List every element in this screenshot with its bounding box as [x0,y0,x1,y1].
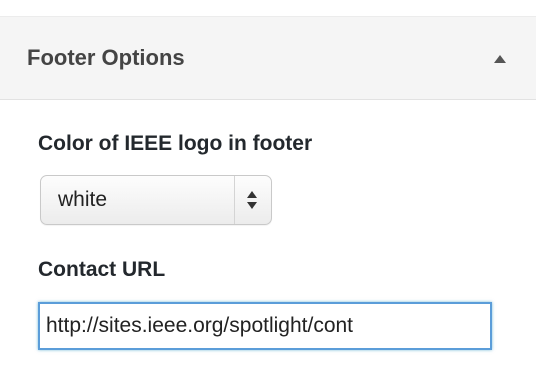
triangle-up-icon[interactable] [486,45,514,73]
contact-url-field-wrapper [38,302,492,350]
up-down-arrows-icon [244,188,260,212]
footer-options-panel: Footer Options Color of IEEE logo in foo… [0,0,536,390]
logo-color-select[interactable]: white [40,175,272,225]
logo-color-label: Color of IEEE logo in footer [38,132,313,155]
contact-url-input[interactable] [40,304,490,348]
panel-title: Footer Options [27,45,185,70]
contact-url-label: Contact URL [38,258,166,281]
select-divider [234,176,235,224]
logo-color-selected-value: white [58,188,108,211]
panel-header[interactable]: Footer Options [0,16,536,100]
